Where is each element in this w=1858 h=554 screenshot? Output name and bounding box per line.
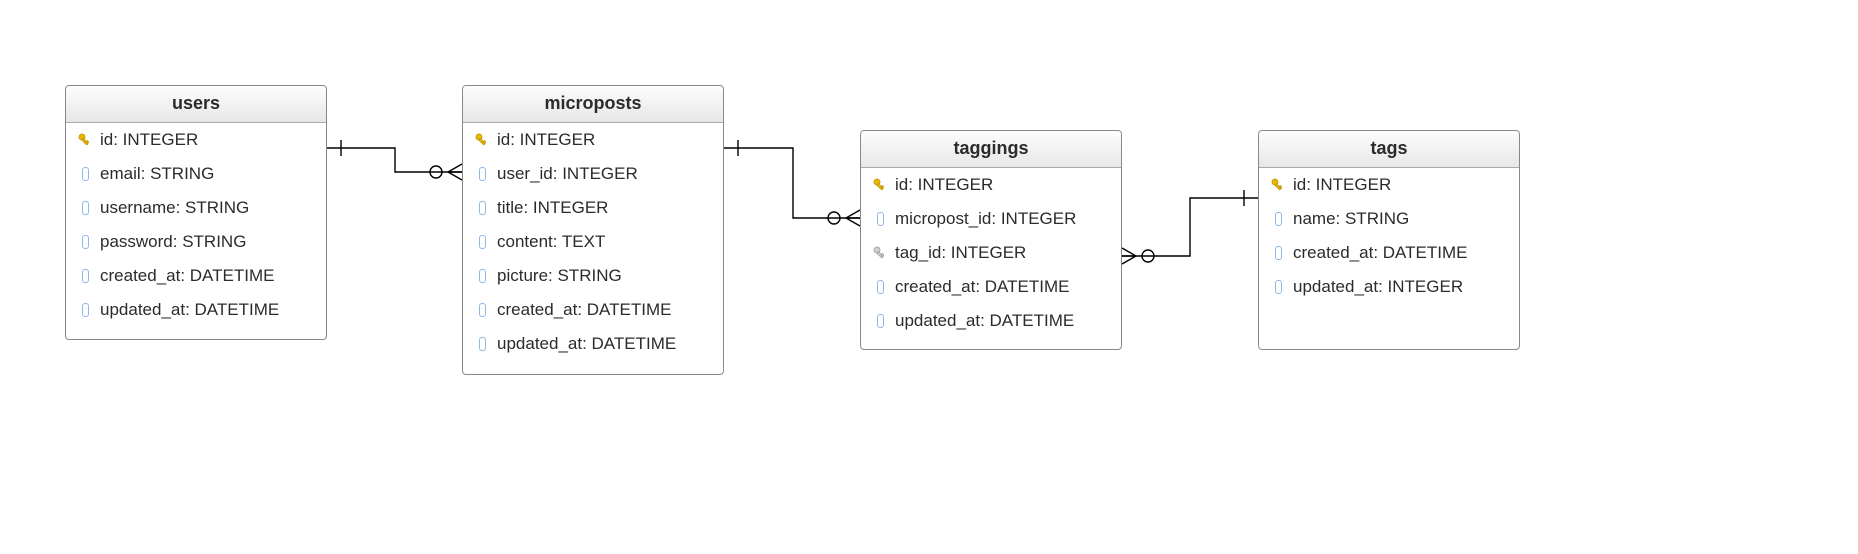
column-icon bbox=[78, 269, 92, 283]
column-row: user_id: INTEGER bbox=[463, 157, 723, 191]
foreign-key-icon bbox=[873, 246, 887, 260]
column-row: id: INTEGER bbox=[1259, 168, 1519, 202]
column-label: created_at: DATETIME bbox=[1293, 243, 1467, 263]
column-label: content: TEXT bbox=[497, 232, 605, 252]
primary-key-icon bbox=[78, 133, 92, 147]
column-row: created_at: DATETIME bbox=[66, 259, 326, 293]
column-row: created_at: DATETIME bbox=[1259, 236, 1519, 270]
column-row: tag_id: INTEGER bbox=[861, 236, 1121, 270]
column-icon bbox=[475, 167, 489, 181]
column-row: updated_at: INTEGER bbox=[1259, 270, 1519, 304]
column-label: picture: STRING bbox=[497, 266, 622, 286]
column-row: updated_at: DATETIME bbox=[463, 327, 723, 361]
entity-users[interactable]: users id: INTEGER email: STRING username: S… bbox=[65, 85, 327, 340]
column-row: username: STRING bbox=[66, 191, 326, 225]
column-label: micropost_id: INTEGER bbox=[895, 209, 1076, 229]
column-label: updated_at: INTEGER bbox=[1293, 277, 1463, 297]
primary-key-icon bbox=[475, 133, 489, 147]
column-label: username: STRING bbox=[100, 198, 249, 218]
column-label: created_at: DATETIME bbox=[100, 266, 274, 286]
column-icon bbox=[78, 167, 92, 181]
column-icon bbox=[475, 235, 489, 249]
column-row: content: TEXT bbox=[463, 225, 723, 259]
column-row: micropost_id: INTEGER bbox=[861, 202, 1121, 236]
primary-key-icon bbox=[1271, 178, 1285, 192]
column-row: created_at: DATETIME bbox=[861, 270, 1121, 304]
column-row: created_at: DATETIME bbox=[463, 293, 723, 327]
column-row: id: INTEGER bbox=[66, 123, 326, 157]
column-label: updated_at: DATETIME bbox=[100, 300, 279, 320]
column-label: created_at: DATETIME bbox=[497, 300, 671, 320]
column-row: password: STRING bbox=[66, 225, 326, 259]
column-label: id: INTEGER bbox=[100, 130, 198, 150]
column-icon bbox=[475, 337, 489, 351]
column-icon bbox=[873, 314, 887, 328]
column-icon bbox=[873, 212, 887, 226]
column-icon bbox=[78, 235, 92, 249]
column-icon bbox=[1271, 246, 1285, 260]
column-label: email: STRING bbox=[100, 164, 214, 184]
column-label: created_at: DATETIME bbox=[895, 277, 1069, 297]
column-label: name: STRING bbox=[1293, 209, 1409, 229]
column-label: user_id: INTEGER bbox=[497, 164, 638, 184]
column-row: id: INTEGER bbox=[463, 123, 723, 157]
entity-title: tags bbox=[1259, 131, 1519, 168]
column-label: id: INTEGER bbox=[497, 130, 595, 150]
column-icon bbox=[475, 201, 489, 215]
column-label: updated_at: DATETIME bbox=[895, 311, 1074, 331]
primary-key-icon bbox=[873, 178, 887, 192]
column-icon bbox=[1271, 280, 1285, 294]
column-row: title: INTEGER bbox=[463, 191, 723, 225]
entity-title: taggings bbox=[861, 131, 1121, 168]
column-row: updated_at: DATETIME bbox=[861, 304, 1121, 338]
entity-title: microposts bbox=[463, 86, 723, 123]
column-label: password: STRING bbox=[100, 232, 246, 252]
column-row: id: INTEGER bbox=[861, 168, 1121, 202]
erd-canvas: users id: INTEGER email: STRING username: S… bbox=[0, 0, 1858, 554]
column-row: name: STRING bbox=[1259, 202, 1519, 236]
column-icon bbox=[475, 303, 489, 317]
column-label: id: INTEGER bbox=[1293, 175, 1391, 195]
column-icon bbox=[78, 201, 92, 215]
column-row: email: STRING bbox=[66, 157, 326, 191]
entity-title: users bbox=[66, 86, 326, 123]
column-label: tag_id: INTEGER bbox=[895, 243, 1026, 263]
entity-microposts[interactable]: microposts id: INTEGER user_id: INTEGER tit… bbox=[462, 85, 724, 375]
entity-tags[interactable]: tags id: INTEGER name: STRING created_at: D… bbox=[1258, 130, 1520, 350]
column-label: id: INTEGER bbox=[895, 175, 993, 195]
column-row: updated_at: DATETIME bbox=[66, 293, 326, 327]
column-icon bbox=[78, 303, 92, 317]
column-icon bbox=[475, 269, 489, 283]
column-icon bbox=[873, 280, 887, 294]
column-icon bbox=[1271, 212, 1285, 226]
column-label: title: INTEGER bbox=[497, 198, 608, 218]
column-row: picture: STRING bbox=[463, 259, 723, 293]
entity-taggings[interactable]: taggings id: INTEGER micropost_id: INTEGER… bbox=[860, 130, 1122, 350]
column-label: updated_at: DATETIME bbox=[497, 334, 676, 354]
